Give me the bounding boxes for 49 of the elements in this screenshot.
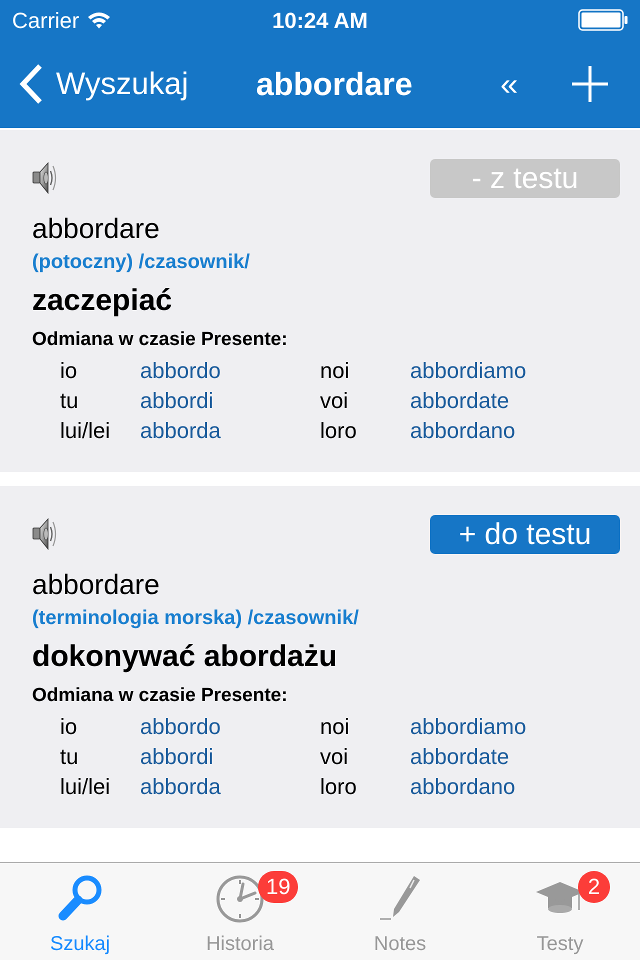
tab-item[interactable]: Szukaj	[0, 863, 160, 960]
translation: dokonywać abordażu	[32, 638, 338, 674]
verb-form-link[interactable]: abbordate	[410, 740, 510, 772]
verb-form-link[interactable]: abbordo	[140, 354, 221, 386]
pronoun: loro	[320, 772, 357, 800]
pronoun: io	[60, 712, 78, 740]
count-badge: 19	[258, 871, 298, 903]
conjugation-heading: Odmiana w czasie Presente:	[32, 684, 288, 708]
verb-form-link[interactable]: abbordi	[140, 384, 214, 416]
verb-form-link[interactable]: abbordiamo	[410, 354, 526, 386]
pronoun: tu	[60, 386, 78, 414]
pronoun: loro	[320, 416, 357, 444]
verb-form-link[interactable]: abbordano	[410, 414, 516, 446]
add-icon[interactable]	[572, 66, 608, 102]
verb-form-link[interactable]: abbordano	[410, 770, 516, 802]
chevron-left-icon	[18, 63, 44, 105]
collapse-button[interactable]: «	[500, 60, 518, 108]
carrier-label: Carrier	[12, 6, 80, 34]
pronoun: lui/lei	[60, 772, 110, 800]
page-title: abbordare	[256, 65, 412, 104]
count-badge: 2	[578, 871, 610, 903]
wifi-icon	[87, 11, 112, 29]
verb-form-link[interactable]: abborda	[140, 414, 221, 446]
pronoun: io	[60, 356, 78, 384]
verb-form-link[interactable]: abbordo	[140, 710, 221, 742]
speaker-icon[interactable]	[32, 160, 58, 196]
word-category: (terminologia morska) /czasownik/	[32, 606, 359, 631]
tab-item[interactable]: 2 Testy	[480, 863, 640, 960]
translation: zaczepiać	[32, 282, 172, 318]
pronoun: lui/lei	[60, 416, 110, 444]
tab-item[interactable]: 19 Historia	[160, 863, 320, 960]
pronoun: tu	[60, 742, 78, 770]
pronoun: voi	[320, 386, 348, 414]
verb-form-link[interactable]: abborda	[140, 770, 221, 802]
word-category: (potoczny) /czasownik/	[32, 250, 250, 275]
conjugation-heading: Odmiana w czasie Presente:	[32, 328, 288, 352]
pronoun: noi	[320, 356, 350, 384]
status-time: 10:24 AM	[272, 6, 368, 34]
verb-form-link[interactable]: abbordate	[410, 384, 510, 416]
verb-form-link[interactable]: abbordi	[140, 740, 214, 772]
headword: abbordare	[32, 568, 160, 602]
pronoun: voi	[320, 742, 348, 770]
back-button[interactable]: Wyszukaj	[18, 60, 218, 108]
speaker-icon[interactable]	[32, 516, 58, 552]
pronoun: noi	[320, 712, 350, 740]
headword: abbordare	[32, 212, 160, 246]
battery-icon	[578, 9, 628, 31]
verb-form-link[interactable]: abbordiamo	[410, 710, 526, 742]
test-button[interactable]: + do testu	[430, 514, 620, 554]
